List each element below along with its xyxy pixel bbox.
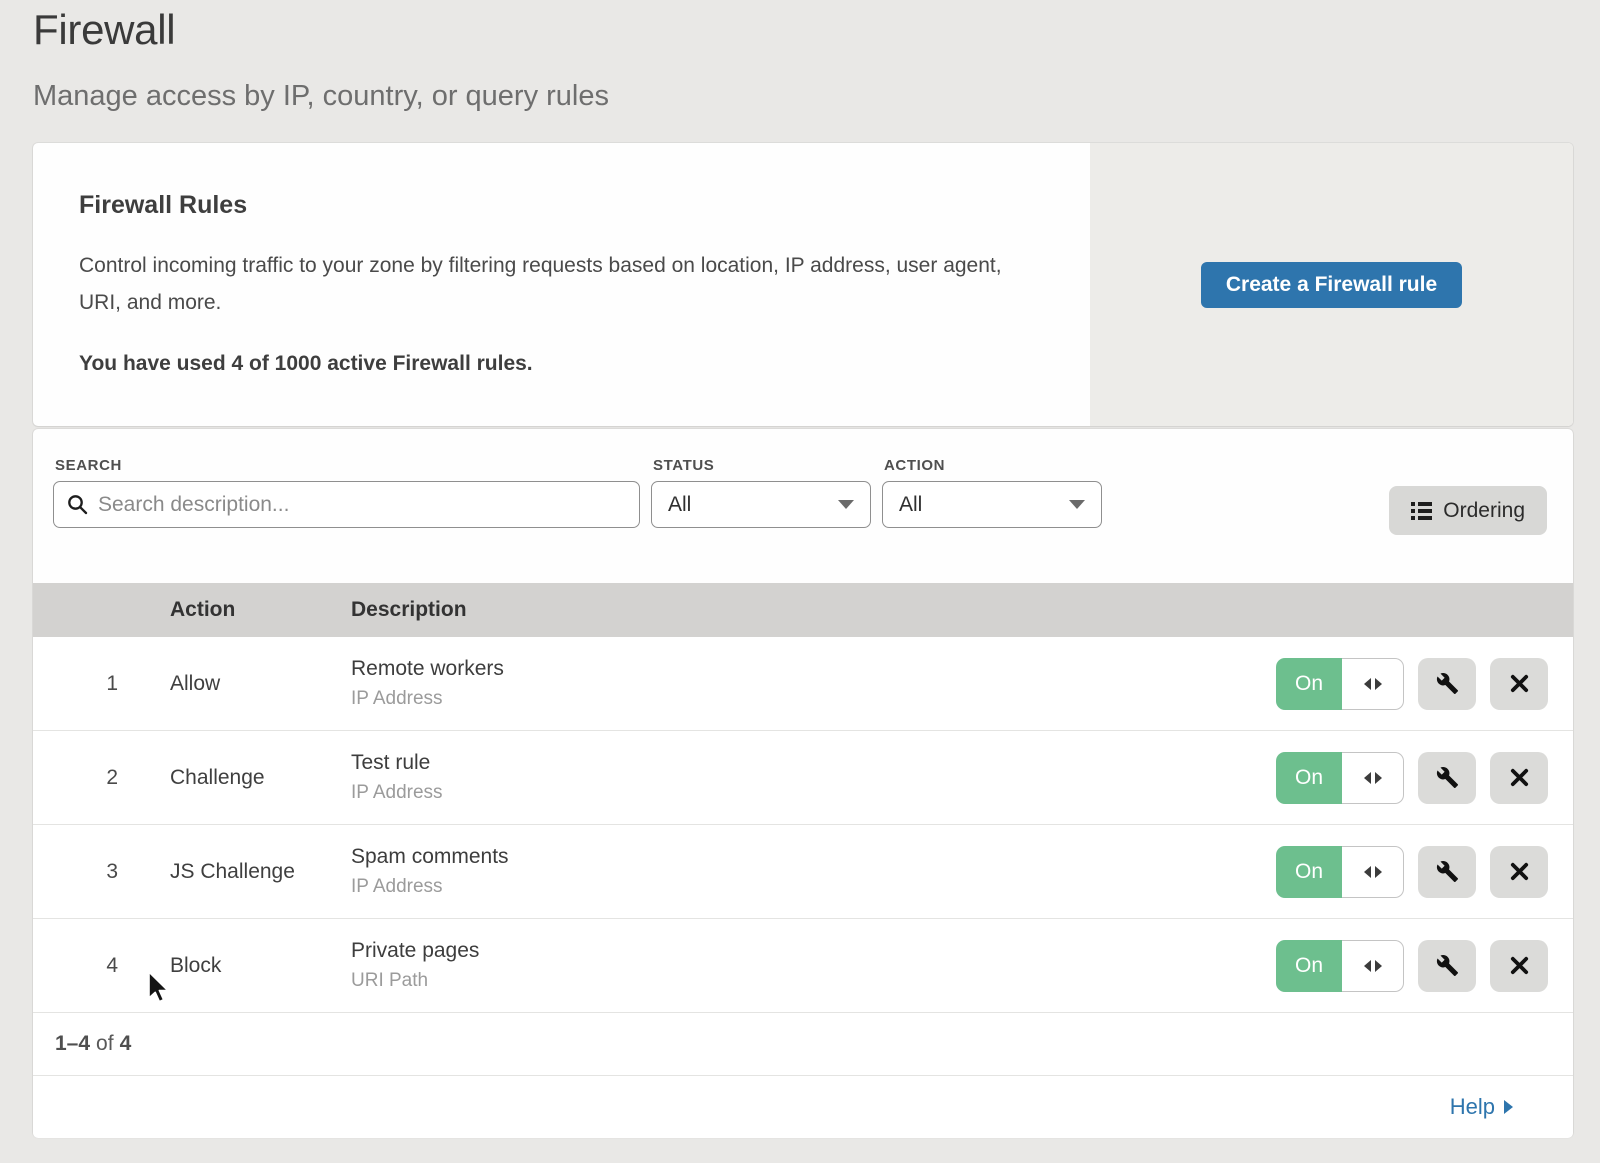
action-label: ACTION: [884, 457, 945, 474]
table-row: 1 Allow Remote workers IP Address On: [33, 637, 1573, 731]
row-controls: On: [1276, 752, 1548, 804]
x-icon: [1509, 767, 1530, 788]
create-firewall-rule-button[interactable]: Create a Firewall rule: [1201, 262, 1462, 308]
row-match-field: IP Address: [351, 688, 1276, 710]
toggle-on-label[interactable]: On: [1276, 940, 1342, 992]
pagination-of: of: [96, 1032, 114, 1056]
status-select[interactable]: All: [651, 481, 871, 528]
delete-rule-button[interactable]: [1490, 658, 1548, 710]
status-label: STATUS: [653, 457, 714, 474]
row-priority: 1: [33, 672, 118, 696]
wrench-icon: [1436, 672, 1459, 695]
action-selected-value: All: [899, 493, 922, 517]
help-link-label: Help: [1450, 1094, 1495, 1120]
row-priority: 2: [33, 766, 118, 790]
wrench-icon: [1436, 954, 1459, 977]
search-input[interactable]: [88, 485, 639, 525]
row-action: JS Challenge: [170, 860, 351, 884]
card-footer: Help: [33, 1075, 1573, 1138]
row-match-field: URI Path: [351, 970, 1276, 992]
search-field[interactable]: [53, 481, 640, 528]
pagination-total: 4: [120, 1032, 132, 1056]
left-right-arrows-icon[interactable]: [1342, 846, 1404, 898]
edit-rule-button[interactable]: [1418, 940, 1476, 992]
edit-rule-button[interactable]: [1418, 752, 1476, 804]
status-selected-value: All: [668, 493, 691, 517]
wrench-icon: [1436, 766, 1459, 789]
x-icon: [1509, 955, 1530, 976]
row-match-field: IP Address: [351, 876, 1276, 898]
row-match-field: IP Address: [351, 782, 1276, 804]
filters-bar: SEARCH STATUS All ACTION All: [33, 429, 1573, 583]
action-select[interactable]: All: [882, 481, 1102, 528]
toggle-on-label[interactable]: On: [1276, 658, 1342, 710]
column-header-description: Description: [351, 598, 467, 622]
page-subtitle: Manage access by IP, country, or query r…: [33, 80, 609, 113]
firewall-rules-table-card: SEARCH STATUS All ACTION All: [33, 429, 1573, 1137]
table-body: 1 Allow Remote workers IP Address On: [33, 637, 1573, 1013]
table-row: 4 Block Private pages URI Path On: [33, 919, 1573, 1013]
row-priority: 4: [33, 954, 118, 978]
table-header: Action Description: [33, 583, 1573, 637]
row-action: Challenge: [170, 766, 351, 790]
row-priority: 3: [33, 860, 118, 884]
toggle-on-label[interactable]: On: [1276, 752, 1342, 804]
status-toggle[interactable]: On: [1276, 940, 1404, 992]
delete-rule-button[interactable]: [1490, 940, 1548, 992]
list-icon: [1411, 502, 1432, 520]
firewall-rules-card: Firewall Rules Control incoming traffic …: [33, 143, 1573, 426]
arrow-right-icon: [1504, 1100, 1513, 1114]
pagination-summary: 1–4 of 4: [33, 1013, 1573, 1075]
edit-rule-button[interactable]: [1418, 658, 1476, 710]
chevron-down-icon: [838, 500, 854, 509]
firewall-page: Firewall Manage access by IP, country, o…: [0, 0, 1600, 1163]
delete-rule-button[interactable]: [1490, 752, 1548, 804]
left-right-arrows-icon[interactable]: [1342, 752, 1404, 804]
firewall-rules-info: Firewall Rules Control incoming traffic …: [33, 143, 1090, 426]
page-title: Firewall: [33, 6, 175, 54]
rules-card-title: Firewall Rules: [79, 191, 1090, 220]
ordering-button-label: Ordering: [1443, 499, 1525, 523]
delete-rule-button[interactable]: [1490, 846, 1548, 898]
row-controls: On: [1276, 658, 1548, 710]
rules-cta-panel: Create a Firewall rule: [1090, 143, 1573, 426]
table-row: 2 Challenge Test rule IP Address On: [33, 731, 1573, 825]
search-icon: [67, 494, 88, 515]
help-link[interactable]: Help: [1450, 1094, 1513, 1120]
rules-usage-note: You have used 4 of 1000 active Firewall …: [79, 352, 1090, 376]
wrench-icon: [1436, 860, 1459, 883]
search-label: SEARCH: [55, 457, 122, 474]
x-icon: [1509, 673, 1530, 694]
status-toggle[interactable]: On: [1276, 752, 1404, 804]
row-description: Remote workers: [351, 657, 1276, 681]
status-toggle[interactable]: On: [1276, 658, 1404, 710]
row-description: Private pages: [351, 939, 1276, 963]
status-toggle[interactable]: On: [1276, 846, 1404, 898]
row-description: Spam comments: [351, 845, 1276, 869]
left-right-arrows-icon[interactable]: [1342, 658, 1404, 710]
x-icon: [1509, 861, 1530, 882]
pagination-range: 1–4: [55, 1032, 90, 1056]
ordering-button[interactable]: Ordering: [1389, 486, 1547, 535]
row-action: Block: [170, 954, 351, 978]
toggle-on-label[interactable]: On: [1276, 846, 1342, 898]
row-controls: On: [1276, 940, 1548, 992]
left-right-arrows-icon[interactable]: [1342, 940, 1404, 992]
row-controls: On: [1276, 846, 1548, 898]
column-header-action: Action: [170, 598, 235, 622]
rules-card-description: Control incoming traffic to your zone by…: [79, 247, 1039, 321]
edit-rule-button[interactable]: [1418, 846, 1476, 898]
chevron-down-icon: [1069, 500, 1085, 509]
table-row: 3 JS Challenge Spam comments IP Address …: [33, 825, 1573, 919]
row-description: Test rule: [351, 751, 1276, 775]
row-action: Allow: [170, 672, 351, 696]
